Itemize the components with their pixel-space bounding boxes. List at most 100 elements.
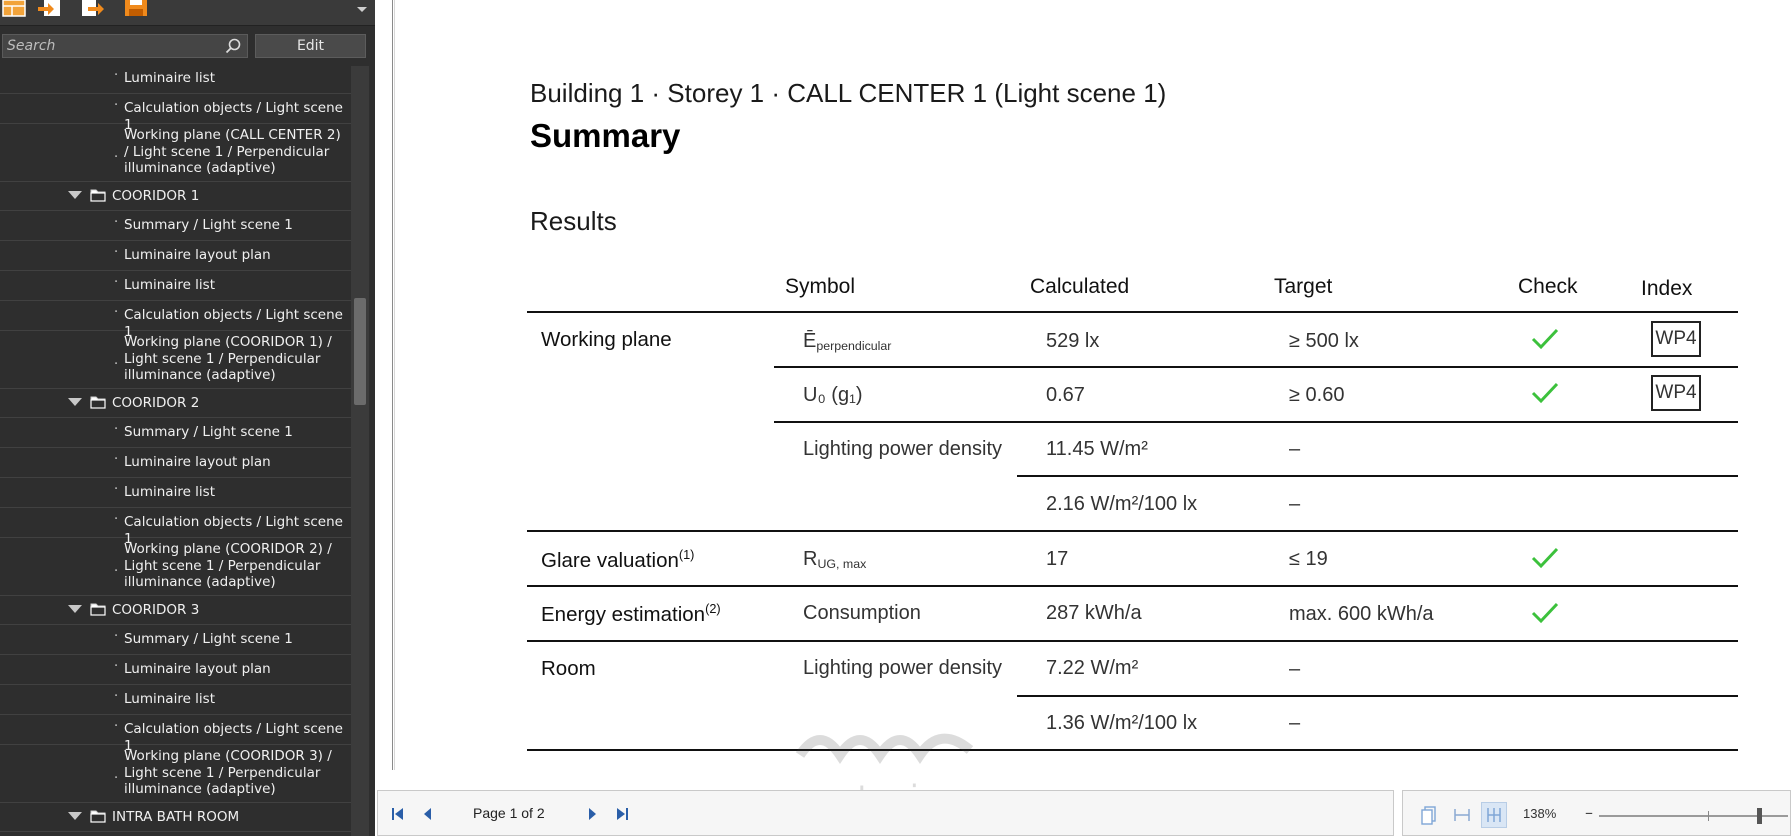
tree-item[interactable]: · Luminaire list xyxy=(0,271,351,301)
tree-group[interactable]: COORIDOR 1 xyxy=(0,182,351,211)
header-rule xyxy=(527,311,1738,313)
fit-both-icon[interactable] xyxy=(1481,802,1507,828)
collapse-triangle-icon[interactable] xyxy=(68,812,82,820)
fit-page-icon[interactable] xyxy=(1417,802,1443,828)
tree-group[interactable]: COORIDOR 3 xyxy=(0,596,351,625)
check-icon xyxy=(1531,547,1559,569)
tree-group[interactable]: COORIDOR 2 xyxy=(0,389,351,418)
save-icon[interactable] xyxy=(124,0,150,18)
calculated-value: 529 lx xyxy=(1046,330,1100,352)
check-icon xyxy=(1531,602,1559,624)
zoom-slider-thumb[interactable] xyxy=(1757,808,1762,824)
import-icon[interactable] xyxy=(38,0,64,18)
calculated-value: 17 xyxy=(1046,548,1069,570)
index-badge: WP4 xyxy=(1651,321,1701,357)
report-tree-list: · Luminaire list · Calculation objects / Li… xyxy=(0,66,351,832)
tree-group-label: INTRA BATH ROOM xyxy=(112,809,240,825)
symbol-lighting-power-density: Lighting power density xyxy=(803,438,1003,460)
fit-width-icon[interactable] xyxy=(1449,802,1475,828)
next-page-icon[interactable] xyxy=(584,806,600,822)
calculated-value: 11.45 W/m² xyxy=(1046,438,1148,460)
row-rule xyxy=(1017,475,1738,477)
previous-page-icon[interactable] xyxy=(420,806,436,822)
collapse-triangle-icon[interactable] xyxy=(68,398,82,406)
row-rule xyxy=(527,749,1738,751)
tree-item[interactable]: · Summary / Light scene 1 xyxy=(0,418,351,448)
calculated-value: 287 kWh/a xyxy=(1046,602,1142,624)
tree-item[interactable]: · Calculation objects / Light scene 1 xyxy=(0,94,351,133)
tree-item[interactable]: · Working plane (COORIDOR 1) / Light scen… xyxy=(0,331,351,389)
collapse-triangle-icon[interactable] xyxy=(68,191,82,199)
bullet-icon: · xyxy=(114,719,119,734)
first-page-icon[interactable] xyxy=(390,806,406,822)
search-icon[interactable] xyxy=(225,38,241,58)
tree-item[interactable]: · Luminaire layout plan xyxy=(0,448,351,478)
bullet-icon: · xyxy=(114,215,119,230)
bullet-icon: · xyxy=(114,659,119,674)
tree-item[interactable]: · Calculation objects / Light scene 1 xyxy=(0,715,351,754)
tree-scrollbar-thumb[interactable] xyxy=(354,298,366,405)
calculated-value: 1.36 W/m²/100 lx xyxy=(1046,712,1198,734)
bullet-icon: · xyxy=(114,452,119,467)
tree-group[interactable]: INTRA BATH ROOM xyxy=(0,803,351,832)
tree-item[interactable]: · Luminaire list xyxy=(0,66,351,94)
row-rule xyxy=(527,530,1738,532)
target-value: – xyxy=(1289,438,1301,460)
folder-icon xyxy=(90,189,106,202)
zoom-level: 138% xyxy=(1523,806,1557,821)
tree-item-label: Summary / Light scene 1 xyxy=(124,424,293,440)
search-input[interactable] xyxy=(3,35,218,57)
symbol-e-perpendicular: Ēperpendicular xyxy=(803,330,892,353)
target-value: ≤ 19 xyxy=(1289,548,1328,570)
tree-group-label: COORIDOR 2 xyxy=(112,395,200,411)
collapse-triangle-icon[interactable] xyxy=(68,605,82,613)
tree-item[interactable]: · Luminaire list xyxy=(0,685,351,715)
last-page-icon[interactable] xyxy=(614,806,630,822)
calculated-value: 2.16 W/m²/100 lx xyxy=(1046,493,1198,515)
tree-item[interactable]: · Summary / Light scene 1 xyxy=(0,211,351,241)
tree-item-label: Luminaire layout plan xyxy=(124,661,271,677)
page-edge-shadow xyxy=(394,0,395,770)
folder-icon xyxy=(90,810,106,823)
tree-item[interactable]: · Calculation objects / Light scene 1 xyxy=(0,301,351,340)
target-value: ≥ 500 lx xyxy=(1289,330,1359,352)
export-icon[interactable] xyxy=(80,0,106,18)
bullet-icon: · xyxy=(114,245,119,260)
column-header-index: Index xyxy=(1641,277,1693,300)
tree-item[interactable]: · Working plane (CALL CENTER 2) / Light s… xyxy=(0,124,351,182)
report-navigator-panel: Edit · Luminaire list ·Calculation objects… xyxy=(0,0,375,836)
tree-item[interactable]: · Summary / Light scene 1 xyxy=(0,625,351,655)
tree-group-label: COORIDOR 1 xyxy=(112,188,200,204)
tree-item-label: Luminaire list xyxy=(124,277,215,293)
bullet-icon: · xyxy=(114,512,119,527)
results-table: Symbol Calculated Target Check Index Wor… xyxy=(527,0,1747,770)
tree-item-label: Working plane (COORIDOR 2) / Light scene… xyxy=(124,541,332,590)
row-label-room: Room xyxy=(541,657,596,680)
calculated-value: 0.67 xyxy=(1046,384,1085,406)
tree-scrollbar[interactable] xyxy=(351,66,369,836)
row-label-working-plane: Working plane xyxy=(541,328,672,351)
page-edge xyxy=(392,0,393,770)
bullet-icon: · xyxy=(114,482,119,497)
tree-item[interactable]: · Working plane (COORIDOR 3) / Light scen… xyxy=(0,745,351,803)
tree-item[interactable]: · Working plane (COORIDOR 2) / Light scen… xyxy=(0,538,351,596)
edit-button[interactable]: Edit xyxy=(255,34,366,58)
bullet-icon: · xyxy=(114,357,119,372)
layout-icon[interactable] xyxy=(2,0,28,18)
row-label-glare-valuation: Glare valuation(1) xyxy=(541,547,695,572)
folder-icon xyxy=(90,603,106,616)
toolbar-dropdown-icon[interactable] xyxy=(357,0,367,12)
column-header-check: Check xyxy=(1518,275,1578,298)
tree-item[interactable]: · Calculation objects / Light scene 1 xyxy=(0,508,351,547)
app-window: Edit · Luminaire list ·Calculation objects… xyxy=(0,0,1791,836)
bullet-icon: · xyxy=(114,629,119,644)
check-icon xyxy=(1531,382,1559,404)
row-rule xyxy=(1017,695,1738,697)
tree-item[interactable]: · Luminaire layout plan xyxy=(0,655,351,685)
zoom-out-button[interactable]: – xyxy=(1585,803,1593,822)
symbol-consumption: Consumption xyxy=(803,602,921,624)
tree-item[interactable]: · Luminaire layout plan xyxy=(0,241,351,271)
tree-item[interactable]: · Luminaire list xyxy=(0,478,351,508)
symbol-lighting-power-density: Lighting power density xyxy=(803,657,1003,679)
column-header-symbol: Symbol xyxy=(785,275,856,298)
